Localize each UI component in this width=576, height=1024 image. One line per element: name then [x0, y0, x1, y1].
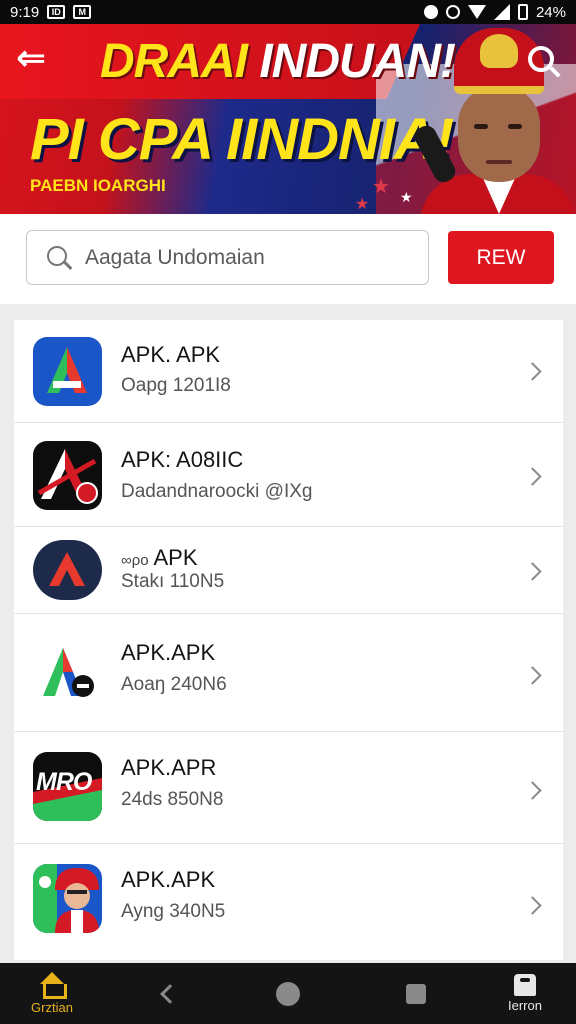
- app-icon-mro: MRO: [33, 752, 102, 821]
- app-subtitle: Dadandnaroocki @IXg: [121, 481, 313, 502]
- app-icon-black-a: [33, 441, 102, 510]
- nav-home-label: Grztian: [31, 1000, 73, 1015]
- chevron-right-icon: [523, 562, 542, 581]
- app-title: APK.APR: [121, 755, 217, 780]
- search-input[interactable]: [85, 245, 415, 270]
- search-button[interactable]: REW: [448, 231, 554, 284]
- search-icon: [47, 245, 71, 270]
- portrait-eye: [508, 124, 522, 129]
- portrait-hat-emblem: [480, 34, 518, 68]
- notification-icon-2: M: [73, 5, 92, 19]
- nav-home[interactable]: Grztian: [14, 963, 90, 1024]
- nav-profile-label: Ierron: [508, 998, 542, 1013]
- chevron-right-icon: [523, 666, 542, 685]
- chevron-right-icon: [523, 362, 542, 381]
- star-icon: ★: [400, 189, 413, 205]
- app-subtitle: 24ds 850N8: [121, 789, 224, 810]
- battery-icon: [517, 4, 528, 20]
- list-item[interactable]: APK: A08IIC Dadandnaroocki @IXg: [14, 423, 563, 527]
- status-dot-icon: [423, 5, 438, 19]
- search-icon[interactable]: [528, 46, 554, 72]
- home-icon: [39, 972, 67, 999]
- app-title: APK.APK: [121, 867, 216, 892]
- notification-icon: ID: [47, 5, 66, 19]
- search-bar-area: REW: [0, 214, 576, 304]
- alarm-icon: [445, 5, 460, 19]
- chevron-right-icon: [523, 467, 542, 486]
- app-title-prefix: ∞ρo: [121, 552, 149, 569]
- list-item[interactable]: APK. APK Oapg 1201I8: [14, 320, 563, 423]
- app-title: ∞ρo APK: [121, 545, 198, 571]
- bottom-nav-bar: Grztian Ierron: [0, 963, 576, 1024]
- recents-icon: [406, 983, 426, 1004]
- portrait-eye: [474, 124, 488, 129]
- app-icon-person: [33, 864, 102, 933]
- app-subtitle: Stakı 110N5: [121, 571, 225, 592]
- star-icon: ★: [372, 176, 390, 198]
- app-icon-blue-a: [33, 337, 102, 406]
- banner-subtitle: PAEBN IOARGHI: [30, 176, 166, 195]
- list-item[interactable]: MRO APK.APR 24ds 850N8: [14, 732, 563, 844]
- nav-back-button[interactable]: [152, 963, 188, 1024]
- status-bar: 9:19 ID M 24%: [0, 0, 576, 24]
- banner-headline-yellow: DRAAI: [100, 35, 248, 88]
- app-title: APK: A08IIC: [121, 447, 244, 472]
- app-title: APK. APK: [121, 342, 221, 367]
- app-subtitle: Aoaŋ 240N6: [121, 674, 227, 695]
- app-title: APK.APK: [121, 640, 216, 665]
- nav-home-button[interactable]: [270, 963, 306, 1024]
- app-icon-navy-mountain: [33, 540, 102, 600]
- wifi-icon: [467, 5, 486, 19]
- chevron-right-icon: [523, 896, 542, 915]
- search-box[interactable]: [26, 230, 429, 285]
- circle-home-icon: [276, 981, 300, 1006]
- chevron-right-icon: [523, 781, 542, 800]
- list-item[interactable]: APK.APK Aoaŋ 240N6: [14, 614, 563, 732]
- app-title-main: APK: [153, 545, 198, 570]
- star-icon: ★: [355, 196, 370, 213]
- list-item[interactable]: APK.APK Ayng 340N5: [14, 844, 563, 960]
- banner-headline: DRAAI INDUAN!: [100, 34, 456, 89]
- signal-icon: [493, 4, 510, 20]
- promo-banner[interactable]: ★ ★ ★ ⇐ DRAAI INDUAN! PI CPA IINDNIA! PA…: [0, 24, 576, 214]
- nav-recents-button[interactable]: [398, 963, 434, 1024]
- status-time: 9:19: [10, 3, 40, 21]
- portrait-face: [458, 86, 540, 182]
- profile-icon: [514, 974, 536, 996]
- battery-level: 24%: [535, 3, 566, 21]
- app-icon-white-a: [33, 638, 102, 707]
- list-item[interactable]: ∞ρo APK Stakı 110N5: [14, 527, 563, 614]
- back-icon: [160, 983, 180, 1004]
- app-list: APK. APK Oapg 1201I8 APK: A08IIC Dadandn…: [14, 320, 563, 960]
- banner-title: PI CPA IINDNIA!: [30, 107, 454, 172]
- nav-profile[interactable]: Ierron: [490, 963, 560, 1024]
- app-icon-text: MRO: [36, 768, 92, 796]
- app-subtitle: Oapg 1201I8: [121, 375, 231, 396]
- portrait-mouth: [486, 160, 512, 164]
- back-arrow-icon[interactable]: ⇐: [16, 40, 46, 76]
- app-subtitle: Ayng 340N5: [121, 901, 226, 922]
